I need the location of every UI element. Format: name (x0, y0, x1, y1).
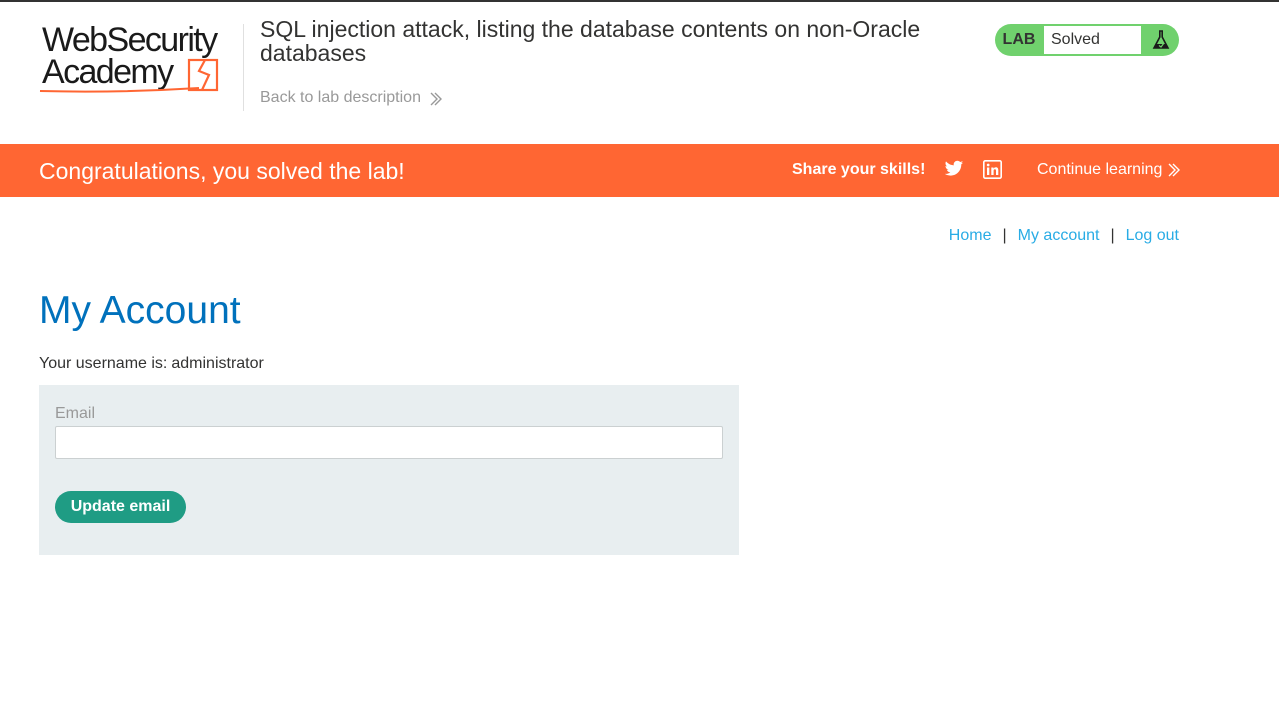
page-title: My Account (39, 289, 241, 332)
web-security-academy-logo[interactable]: WebSecurity Academy (39, 22, 241, 96)
lab-status-badge: LAB Solved (995, 24, 1179, 56)
top-border (0, 0, 1279, 2)
email-label: Email (55, 405, 96, 422)
flask-icon (1142, 30, 1179, 50)
solved-banner: Congratulations, you solved the lab! Sha… (0, 144, 1279, 197)
congratulations-message: Congratulations, you solved the lab! (39, 158, 405, 184)
logo-mark-icon (39, 58, 219, 93)
twitter-icon[interactable] (944, 160, 964, 183)
update-email-form: Email Update email (39, 385, 739, 555)
back-to-lab-description-link[interactable]: Back to lab description (260, 89, 443, 107)
account-nav: Home | My account | Log out (949, 227, 1179, 245)
username-line: Your username is: administrator (39, 355, 264, 373)
double-chevron-right-icon (1168, 163, 1181, 177)
nav-log-out-link[interactable]: Log out (1126, 227, 1179, 245)
nav-home-link[interactable]: Home (949, 227, 992, 245)
linkedin-icon[interactable] (983, 160, 1002, 184)
nav-separator: | (1002, 227, 1007, 244)
back-link-label: Back to lab description (260, 89, 421, 106)
username-value: administrator (171, 355, 264, 372)
lab-status-label: LAB (1002, 31, 1036, 48)
nav-my-account-link[interactable]: My account (1018, 227, 1100, 245)
double-chevron-right-icon (430, 92, 442, 105)
lab-title: SQL injection attack, listing the databa… (260, 16, 921, 66)
lab-status-value: Solved (1043, 25, 1142, 55)
username-prefix: Your username is: (39, 355, 168, 372)
share-skills-label: Share your skills! (792, 161, 926, 178)
update-email-button[interactable]: Update email (55, 491, 186, 523)
header-divider (243, 24, 244, 111)
continue-learning-label: Continue learning (1037, 161, 1163, 178)
continue-learning-link[interactable]: Continue learning (1037, 161, 1181, 179)
nav-separator: | (1110, 227, 1115, 244)
email-field[interactable] (55, 426, 723, 459)
